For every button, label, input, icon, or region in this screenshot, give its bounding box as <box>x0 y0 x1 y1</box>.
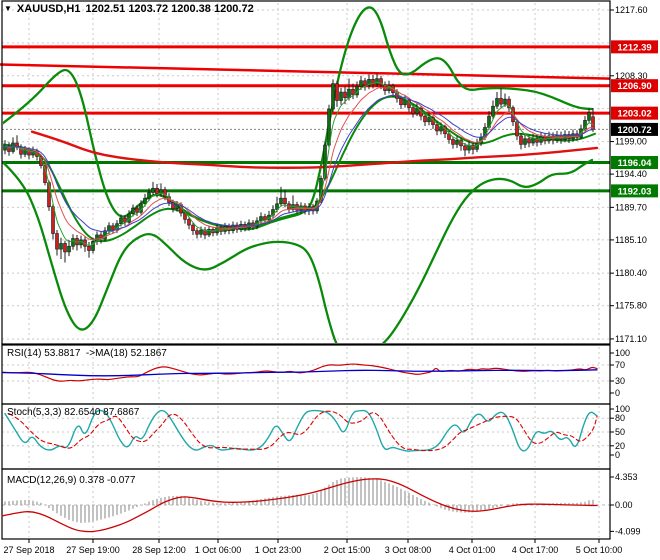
candle <box>503 98 507 105</box>
candle <box>403 99 407 106</box>
candle <box>523 138 527 145</box>
time-axis-label: 4 Oct 01:00 <box>449 545 496 555</box>
time-axis-label: 4 Oct 17:00 <box>512 545 559 555</box>
svg-text:1180.40: 1180.40 <box>615 268 647 278</box>
mt4-chart-window: 1217.60 1208.30 1199.00 1194.40 1189.70 1185.… <box>0 0 660 560</box>
candle <box>423 115 427 123</box>
candle <box>155 187 159 195</box>
candle <box>135 207 139 213</box>
candle <box>147 192 151 199</box>
candle <box>455 139 459 145</box>
svg-text:1175.80: 1175.80 <box>615 301 647 311</box>
candle <box>351 88 355 96</box>
candle <box>463 145 467 151</box>
candle <box>539 136 543 143</box>
time-axis-label: 5 Oct 10:00 <box>576 545 623 555</box>
candle <box>495 98 499 107</box>
candle <box>411 107 415 114</box>
svg-text:1200.72: 1200.72 <box>617 125 651 136</box>
chart-canvas[interactable]: 1217.601208.301199.001194.401189.701185.… <box>0 0 660 560</box>
svg-text:1185.10: 1185.10 <box>615 235 647 245</box>
candle <box>199 229 203 235</box>
candle <box>331 83 335 110</box>
candle <box>335 83 339 101</box>
candle <box>363 80 367 86</box>
time-axis-label: 28 Sep 12:00 <box>132 545 186 555</box>
candle <box>399 98 403 106</box>
candle <box>519 135 523 145</box>
svg-text:1189.70: 1189.70 <box>615 202 647 212</box>
candle <box>259 216 263 222</box>
candle <box>119 217 123 224</box>
candle <box>339 91 343 101</box>
svg-text:100: 100 <box>615 348 630 358</box>
candle <box>87 245 91 251</box>
candle <box>51 206 55 234</box>
svg-text:1203.02: 1203.02 <box>617 109 651 120</box>
svg-text:1192.03: 1192.03 <box>618 186 652 197</box>
candle <box>451 139 455 145</box>
candle <box>55 233 59 250</box>
candle <box>279 197 283 205</box>
candle <box>427 117 431 123</box>
svg-text:1206.90: 1206.90 <box>617 81 651 92</box>
chevron-down-icon[interactable]: ▼ <box>4 4 12 13</box>
candle <box>131 207 135 215</box>
candle <box>415 108 419 114</box>
time-axis-label: 3 Oct 08:00 <box>385 545 432 555</box>
candle <box>11 142 15 152</box>
svg-text:50: 50 <box>615 427 625 437</box>
svg-text:80: 80 <box>615 413 625 423</box>
candle <box>175 204 179 210</box>
time-axis-label: 27 Sep 19:00 <box>66 545 120 555</box>
svg-text:-4.099: -4.099 <box>615 526 641 536</box>
candle <box>527 138 531 144</box>
svg-text:1196.04: 1196.04 <box>618 158 653 169</box>
svg-text:1171.10: 1171.10 <box>615 334 647 344</box>
candle <box>71 238 75 247</box>
svg-text:1194.40: 1194.40 <box>615 169 647 179</box>
time-axis-label: 1 Oct 23:00 <box>255 545 302 555</box>
candle <box>359 80 363 87</box>
svg-text:1217.60: 1217.60 <box>615 5 648 15</box>
candle <box>123 217 127 223</box>
candle <box>151 187 155 193</box>
svg-text:70: 70 <box>615 360 625 370</box>
candle <box>499 98 503 105</box>
time-axis-label: 1 Oct 06:00 <box>195 545 242 555</box>
candle <box>191 224 195 232</box>
time-axis-label: 27 Sep 2018 <box>3 545 54 555</box>
candle <box>343 91 347 99</box>
svg-text:0: 0 <box>615 388 620 398</box>
candle <box>187 219 191 226</box>
svg-text:30: 30 <box>615 376 625 386</box>
candle <box>491 105 495 117</box>
svg-text:0: 0 <box>615 450 620 460</box>
svg-text:1212.39: 1212.39 <box>617 42 651 53</box>
candle <box>111 225 115 231</box>
candle <box>283 197 287 205</box>
candle <box>67 245 71 253</box>
candle <box>587 112 591 121</box>
candle <box>435 124 439 132</box>
candle <box>59 243 63 250</box>
time-axis-label: 2 Oct 15:00 <box>324 545 371 555</box>
svg-text:4.353: 4.353 <box>615 472 638 482</box>
candle <box>439 126 443 132</box>
svg-text:1199.00: 1199.00 <box>615 137 647 147</box>
candle <box>107 225 111 232</box>
candle <box>195 230 199 235</box>
candle <box>63 243 67 253</box>
candle <box>143 197 147 205</box>
svg-text:0.00: 0.00 <box>615 500 633 510</box>
candle <box>375 78 379 85</box>
